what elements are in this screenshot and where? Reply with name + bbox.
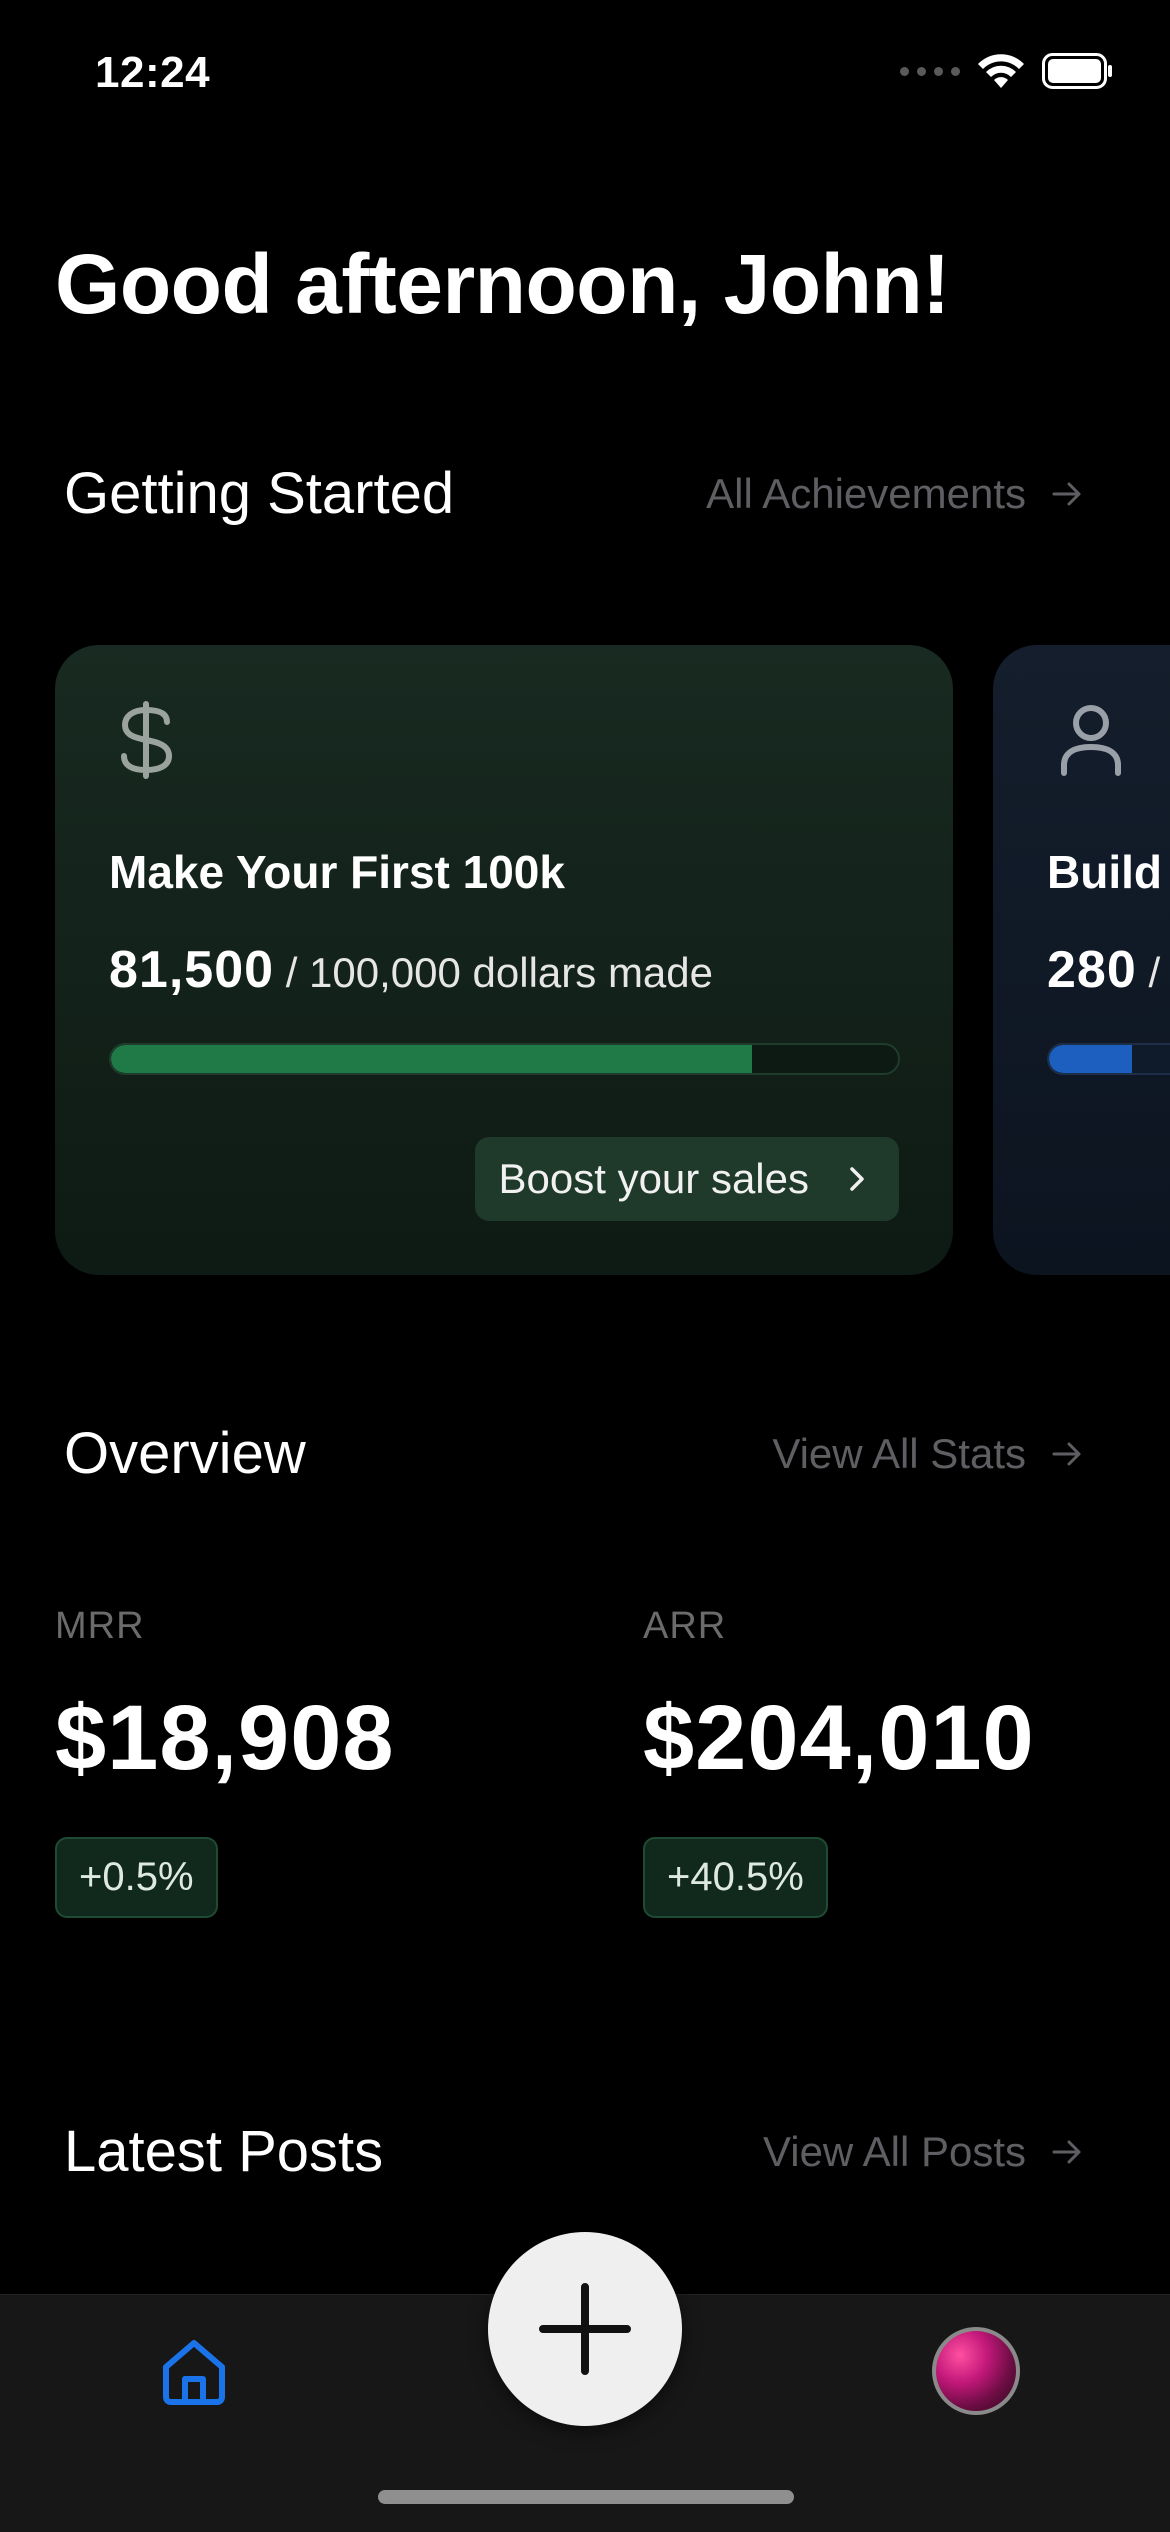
progress-bar [1047,1043,1170,1075]
stat-value: $204,010 [643,1687,1035,1789]
stat-value: $18,908 [55,1687,395,1789]
view-all-posts-link[interactable]: View All Posts [763,2128,1082,2176]
section-title: Overview [64,1421,306,1486]
change-badge: +40.5% [643,1837,828,1918]
wifi-icon [978,54,1024,88]
boost-sales-button[interactable]: Boost your sales [474,1137,899,1221]
progress-current: 81,500 [109,941,275,999]
link-label: View All Stats [772,1429,1026,1477]
card-progress-text: 81,500 / 100,000 dollars made [109,940,713,1000]
latest-posts-header: Latest Posts View All Posts [64,2118,1082,2185]
overview-header: Overview View All Stats [64,1420,1082,1487]
chevron-right-icon [850,1167,864,1191]
achievement-card-build[interactable]: Build 280 / [993,645,1170,1275]
tab-home[interactable] [158,2335,230,2412]
view-all-stats-link[interactable]: View All Stats [772,1430,1082,1478]
person-icon [1061,705,1121,776]
arrow-right-icon [1052,2140,1081,2163]
getting-started-header: Getting Started All Achievements [64,460,1082,527]
card-title: Build [1047,846,1162,898]
achievement-card-first-100k[interactable]: Make Your First 100k 81,500 / 100,000 do… [55,645,953,1275]
progress-current: 280 [1047,941,1137,999]
battery-icon [1042,53,1112,89]
progress-fill [1049,1045,1132,1073]
link-label: View All Posts [762,2127,1026,2175]
stat-label: MRR [55,1605,145,1647]
section-title: Latest Posts [64,2119,384,2184]
stat-label: ARR [643,1605,727,1647]
home-icon [163,2340,225,2405]
status-time: 12:24 [95,48,211,97]
all-achievements-link[interactable]: All Achievements [706,470,1082,518]
greeting-title: Good afternoon, John! [55,237,950,331]
avatar[interactable] [932,2327,1020,2415]
card-progress-text: 280 / [1047,940,1160,1000]
arrow-right-icon [1052,482,1081,505]
plus-icon [539,2283,631,2375]
progress-target: / [1148,949,1161,996]
cellular-signal-icon [900,66,960,76]
home-indicator [378,2490,794,2504]
home-screen: 12:24 Good afternoon, John! Getting Star… [0,0,1170,2532]
link-label: All Achievements [706,469,1026,517]
progress-bar [109,1043,900,1075]
section-title: Getting Started [64,461,455,526]
card-title: Make Your First 100k [109,846,565,898]
add-button[interactable] [488,2232,682,2426]
stat-mrr[interactable]: MRR $18,908 +0.5% [55,1605,395,1918]
status-icons [900,52,1114,90]
arrow-right-icon [1052,1442,1081,1465]
progress-fill [111,1045,753,1073]
button-label: Boost your sales [498,1155,810,1202]
progress-target: / 100,000 dollars made [285,949,713,996]
dollar-icon [121,701,173,779]
change-badge: +0.5% [55,1837,218,1918]
stat-arr[interactable]: ARR $204,010 +40.5% [643,1605,1035,1918]
